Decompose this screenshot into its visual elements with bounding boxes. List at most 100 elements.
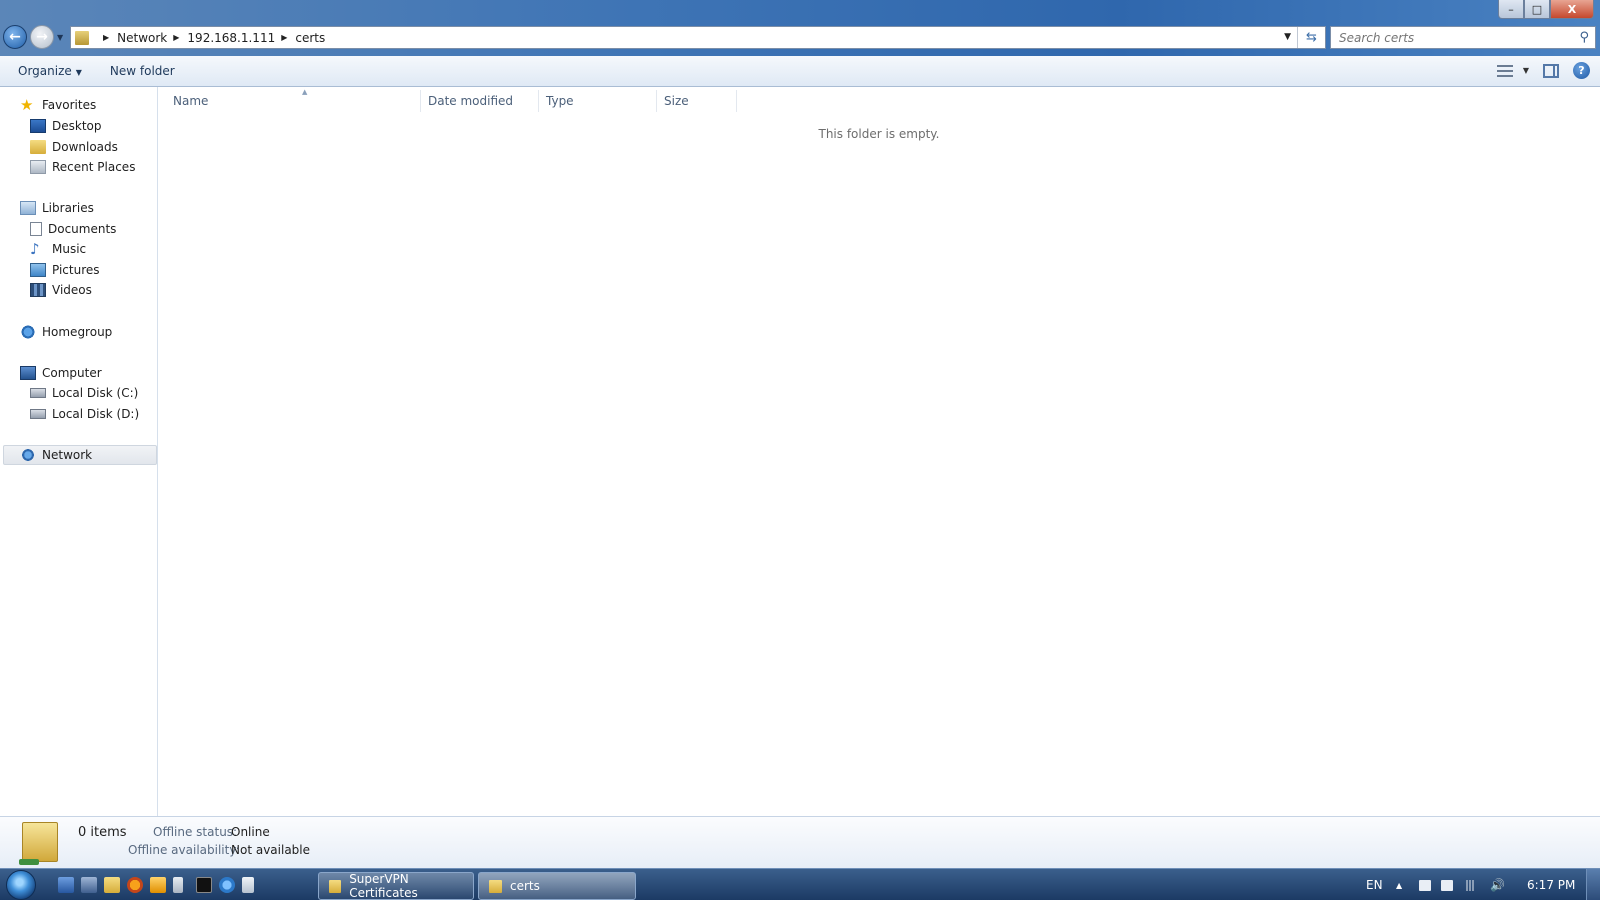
breadcrumb-certs[interactable]: certs xyxy=(295,31,325,45)
forward-button[interactable]: → xyxy=(30,25,54,49)
network-folder-icon xyxy=(19,822,58,865)
back-button[interactable]: ← xyxy=(3,25,27,49)
nav-label: Homegroup xyxy=(42,325,113,339)
star-icon: ★ xyxy=(20,96,34,114)
column-header-size[interactable]: Size xyxy=(657,90,737,112)
nav-pictures[interactable]: Pictures xyxy=(30,260,100,280)
nav-homegroup[interactable]: Homegroup xyxy=(20,322,112,342)
help-icon[interactable]: ? xyxy=(1573,62,1590,79)
firefox-icon[interactable] xyxy=(127,877,143,893)
command-bar: Organize ▼ New folder ▼ ? xyxy=(0,56,1600,87)
column-header-type[interactable]: Type xyxy=(539,90,657,112)
start-button[interactable] xyxy=(6,870,36,900)
nav-libraries[interactable]: Libraries xyxy=(20,198,94,218)
nav-desktop[interactable]: Desktop xyxy=(30,116,102,136)
nav-disk-d[interactable]: Local Disk (D:) xyxy=(30,404,139,424)
filezilla-icon[interactable] xyxy=(150,877,166,893)
pictures-icon xyxy=(30,263,46,277)
power-plug-icon[interactable] xyxy=(1441,880,1453,891)
column-header-date-modified[interactable]: Date modified xyxy=(421,90,539,112)
navigation-pane: ★ Favorites Desktop Downloads Recent Plac… xyxy=(0,87,158,816)
breadcrumb-network[interactable]: Network xyxy=(117,31,167,45)
sort-ascending-icon: ▲ xyxy=(302,88,308,96)
minimize-button[interactable]: – xyxy=(1498,0,1524,19)
videos-icon xyxy=(30,283,46,297)
command-prompt-icon[interactable] xyxy=(196,877,212,893)
views-icon xyxy=(1496,64,1513,77)
nav-music[interactable]: ♪ Music xyxy=(30,239,86,259)
address-history-dropdown[interactable]: ▼ xyxy=(1284,32,1291,42)
details-pane: 0 items Offline status: Online Offline a… xyxy=(0,816,1600,868)
change-view-button[interactable]: ▼ xyxy=(1496,64,1529,77)
caret-down-icon: ▼ xyxy=(1522,66,1529,75)
clock[interactable]: 6:17 PM xyxy=(1527,869,1575,900)
chevron-right-icon[interactable]: ▶ xyxy=(103,33,109,42)
recent-places-icon xyxy=(30,160,46,174)
column-label: Date modified xyxy=(428,94,514,108)
empty-folder-message: This folder is empty. xyxy=(818,127,940,141)
downloads-folder-icon xyxy=(30,140,46,154)
breadcrumb-host[interactable]: 192.168.1.111 xyxy=(187,31,275,45)
offline-status-label: Offline status: xyxy=(153,825,238,839)
libraries-icon xyxy=(20,201,36,215)
folder-icon xyxy=(489,879,502,893)
nav-label: Videos xyxy=(52,283,92,297)
network-signal-icon[interactable] xyxy=(1464,880,1476,891)
file-list[interactable]: Name ▲ Date modified Type Size This fold… xyxy=(158,87,1600,816)
notepad-icon[interactable] xyxy=(242,877,254,893)
music-note-icon: ♪ xyxy=(30,240,40,258)
title-bar: – □ X ← → ▼ ▶ Network ▶ 192.168.1.111 ▶ ce… xyxy=(0,0,1600,56)
nav-label: Music xyxy=(52,242,87,256)
column-label: Type xyxy=(546,94,574,108)
nav-disk-c[interactable]: Local Disk (C:) xyxy=(30,383,138,403)
close-button[interactable]: X xyxy=(1550,0,1594,19)
nav-label: Network xyxy=(42,448,93,462)
search-icon[interactable]: ⚲ xyxy=(1579,30,1589,45)
document-icon[interactable] xyxy=(173,877,183,893)
items-count: 0 items xyxy=(78,825,127,840)
nav-favorites[interactable]: ★ Favorites xyxy=(20,95,96,115)
show-hidden-icons-button[interactable]: ▲ xyxy=(1396,869,1402,900)
computer-icon xyxy=(20,366,36,380)
nav-network[interactable]: Network xyxy=(3,445,157,465)
switch-windows-icon[interactable] xyxy=(81,877,97,893)
column-header-name[interactable]: Name ▲ xyxy=(166,88,421,112)
window-controls: – □ X xyxy=(1498,0,1594,19)
new-folder-button[interactable]: New folder xyxy=(100,64,185,78)
recent-pages-dropdown[interactable]: ▼ xyxy=(57,33,63,42)
taskbar: SuperVPN Certificates certs EN ▲ 🔊 6:17 … xyxy=(0,868,1600,900)
organize-label: Organize xyxy=(18,64,72,78)
column-label: Size xyxy=(664,94,689,108)
arrow-left-icon: ← xyxy=(9,29,21,45)
nav-label: Pictures xyxy=(52,263,100,277)
folder-icon xyxy=(329,879,342,893)
network-folder-icon xyxy=(75,30,89,45)
chevron-right-icon[interactable]: ▶ xyxy=(173,33,179,42)
address-bar[interactable]: ▶ Network ▶ 192.168.1.111 ▶ certs ▼ ⇆ xyxy=(70,26,1326,49)
maximize-button[interactable]: □ xyxy=(1524,0,1550,19)
show-desktop-quicklaunch-icon[interactable] xyxy=(58,877,74,893)
refresh-button[interactable]: ⇆ xyxy=(1297,27,1325,48)
nav-documents[interactable]: Documents xyxy=(30,219,116,239)
explorer-icon[interactable] xyxy=(104,877,120,893)
homegroup-icon xyxy=(20,325,36,339)
language-indicator[interactable]: EN xyxy=(1366,869,1383,900)
action-center-flag-icon[interactable] xyxy=(1419,880,1431,891)
search-box[interactable]: ⚲ xyxy=(1330,26,1596,49)
search-input[interactable] xyxy=(1339,30,1569,45)
organize-button[interactable]: Organize ▼ xyxy=(8,64,92,78)
refresh-icon: ⇆ xyxy=(1306,30,1317,45)
internet-explorer-icon[interactable] xyxy=(219,877,235,893)
chevron-right-icon[interactable]: ▶ xyxy=(281,33,287,42)
nav-recent-places[interactable]: Recent Places xyxy=(30,157,135,177)
nav-label: Local Disk (D:) xyxy=(52,407,140,421)
taskbar-window-supervpn[interactable]: SuperVPN Certificates xyxy=(318,872,474,900)
nav-downloads[interactable]: Downloads xyxy=(30,137,118,157)
volume-icon[interactable]: 🔊 xyxy=(1490,869,1505,900)
taskbar-window-certs[interactable]: certs xyxy=(478,872,636,900)
nav-label: Libraries xyxy=(42,201,94,215)
nav-videos[interactable]: Videos xyxy=(30,280,92,300)
preview-pane-icon[interactable] xyxy=(1543,63,1559,78)
show-desktop-button[interactable] xyxy=(1586,869,1600,900)
nav-computer[interactable]: Computer xyxy=(20,363,102,383)
